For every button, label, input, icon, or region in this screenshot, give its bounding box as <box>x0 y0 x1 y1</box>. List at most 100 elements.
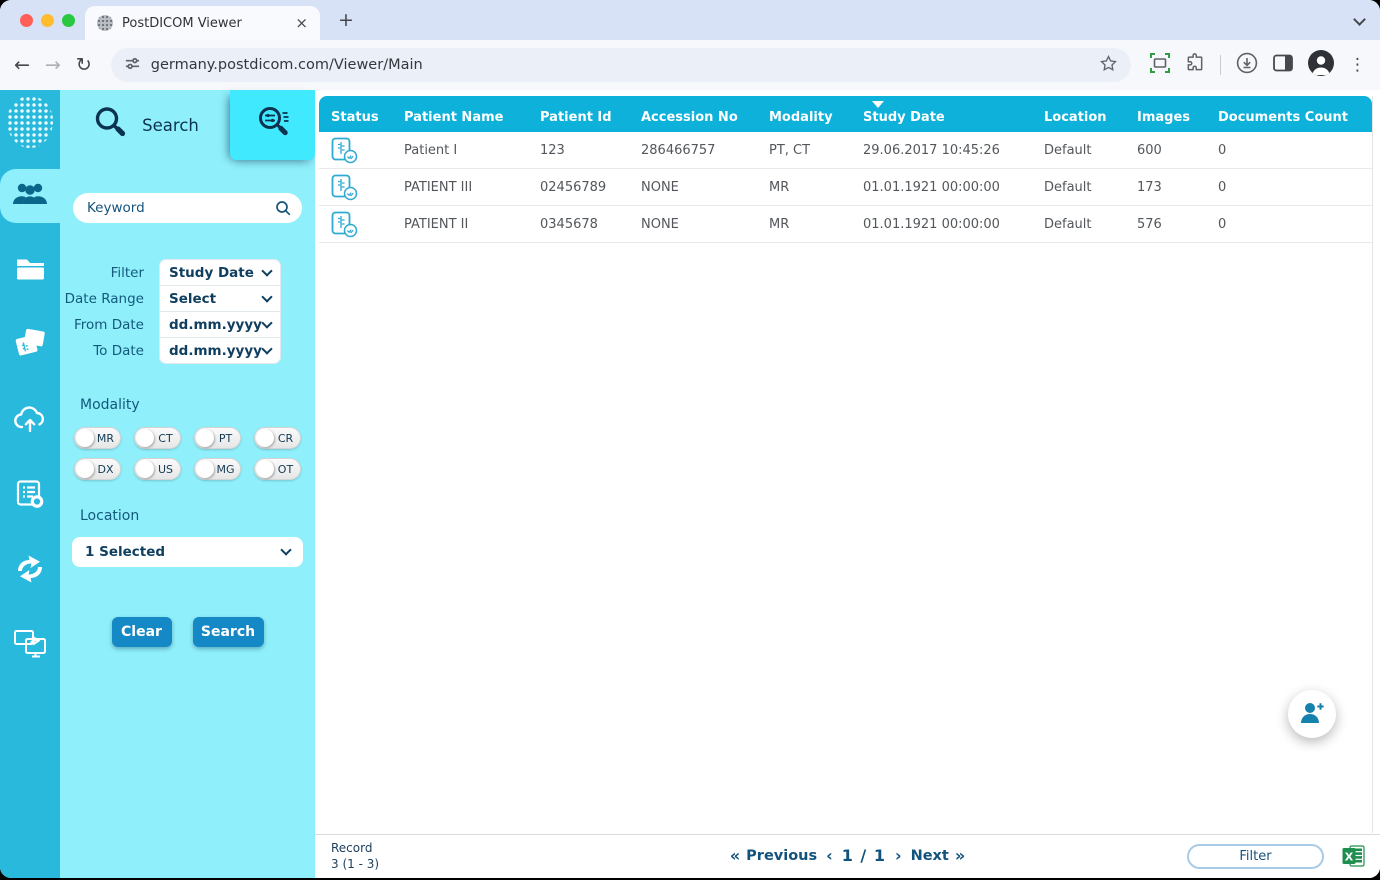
cell-patient-name: PATIENT III <box>404 179 473 195</box>
search-tab-label: Search <box>142 115 199 135</box>
study-images-icon <box>13 328 47 364</box>
browser-tab[interactable]: PostDICOM Viewer × <box>85 6 320 40</box>
add-patient-fab[interactable] <box>1288 690 1336 738</box>
tab-overflow-chevron-icon[interactable] <box>1353 13 1366 26</box>
location-select[interactable]: 1 Selected <box>72 537 303 567</box>
url-text[interactable]: germany.postdicom.com/Viewer/Main <box>151 57 1089 73</box>
screenshot-icon[interactable] <box>1150 53 1170 77</box>
toggle-knob <box>76 429 94 447</box>
modality-toggle-mg[interactable]: MG <box>194 458 241 480</box>
column-header-patient-name[interactable]: Patient Name <box>404 110 540 125</box>
previous-page-button[interactable]: « Previous <box>730 846 817 865</box>
bookmark-star-icon[interactable] <box>1099 54 1118 77</box>
keyword-search-icon[interactable] <box>275 200 292 221</box>
column-header-images[interactable]: Images <box>1137 110 1218 125</box>
column-header-patient-id[interactable]: Patient Id <box>540 110 641 125</box>
from-date-value: dd.mm.yyyy <box>169 316 262 333</box>
search-button[interactable]: Search <box>192 617 264 647</box>
tab-advanced-search[interactable] <box>230 90 315 160</box>
close-window-button[interactable] <box>20 14 33 27</box>
minimize-window-button[interactable] <box>41 14 54 27</box>
modality-toggle-mr[interactable]: MR <box>74 427 121 449</box>
toolbar-divider <box>1220 55 1221 75</box>
date-range-select-value: Select <box>169 290 217 307</box>
date-range-label: Date Range <box>64 290 144 307</box>
cell-study-date: 29.06.2017 10:45:26 <box>863 142 1000 158</box>
cell-location: Default <box>1044 179 1092 195</box>
next-page-button[interactable]: Next » <box>911 846 966 865</box>
column-header-status[interactable]: Status <box>331 110 404 125</box>
from-date-select[interactable]: dd.mm.yyyy <box>159 311 281 338</box>
to-date-value: dd.mm.yyyy <box>169 342 262 359</box>
sidebar-item-patients[interactable] <box>0 169 60 223</box>
modality-toggle-ct[interactable]: CT <box>134 427 181 449</box>
export-excel-icon[interactable]: X <box>1342 845 1365 871</box>
next-arrow-icon[interactable]: › <box>895 846 902 865</box>
sidebar-item-patient-studies[interactable] <box>0 319 60 373</box>
maximize-window-button[interactable] <box>62 14 75 27</box>
toggle-knob <box>256 460 274 478</box>
keyword-input[interactable] <box>73 193 302 223</box>
search-magnifier-icon <box>91 104 129 146</box>
browser-tab-strip: PostDICOM Viewer × + <box>0 0 1380 40</box>
filter-controls: Filter Study Date Date Range Select From… <box>60 259 315 364</box>
status-cell[interactable] <box>331 211 404 238</box>
modality-toggle-us[interactable]: US <box>134 458 181 480</box>
chevron-down-icon <box>261 316 273 329</box>
table-row[interactable]: PATIENT II 0345678 NONE MR 01.01.1921 00… <box>319 206 1372 243</box>
folder-icon <box>15 257 46 286</box>
modality-toggle-pt[interactable]: PT <box>194 427 241 449</box>
add-person-icon <box>1299 700 1325 728</box>
modality-toggle-ot[interactable]: OT <box>254 458 301 480</box>
tab-basic-search[interactable]: Search <box>60 90 230 160</box>
cell-documents-count: 0 <box>1218 179 1227 195</box>
prev-arrow-icon[interactable]: ‹ <box>826 846 833 865</box>
modality-row-2: DX US MG OT <box>60 458 315 480</box>
column-header-accession-no[interactable]: Accession No <box>641 110 769 125</box>
toolbar-actions: ⋮ <box>1150 50 1366 80</box>
reload-button[interactable]: ↻ <box>76 55 92 75</box>
column-header-documents-count[interactable]: Documents Count <box>1218 110 1372 125</box>
sidebar-item-folders[interactable] <box>0 244 60 298</box>
results-footer: Record 3 (1 - 3) « Previous ‹ 1 / 1 › Ne… <box>315 834 1380 878</box>
sidebar-item-share[interactable] <box>0 544 60 598</box>
table-row[interactable]: PATIENT III 02456789 NONE MR 01.01.1921 … <box>319 169 1372 206</box>
cell-modality: PT, CT <box>769 142 811 158</box>
filter-select[interactable]: Study Date <box>159 259 281 286</box>
table-row[interactable]: Patient I 123 286466757 PT, CT 29.06.201… <box>319 132 1372 169</box>
modality-toggle-cr[interactable]: CR <box>254 427 301 449</box>
forward-button[interactable]: → <box>45 55 61 75</box>
downloads-icon[interactable] <box>1236 52 1258 78</box>
date-range-select[interactable]: Select <box>159 285 281 312</box>
next-label: Next <box>910 847 949 864</box>
column-header-location[interactable]: Location <box>1044 110 1137 125</box>
status-cell[interactable] <box>331 137 404 164</box>
column-header-study-date[interactable]: Study Date <box>863 110 1044 125</box>
browser-profile-avatar[interactable] <box>1308 50 1334 80</box>
address-bar[interactable]: germany.postdicom.com/Viewer/Main <box>110 48 1131 82</box>
pagination: « Previous ‹ 1 / 1 › Next » <box>730 846 965 865</box>
tab-title: PostDICOM Viewer <box>122 15 242 31</box>
record-count: Record 3 (1 - 3) <box>331 840 379 872</box>
study-status-icon <box>331 211 358 237</box>
extensions-icon[interactable] <box>1185 53 1205 77</box>
status-cell[interactable] <box>331 174 404 201</box>
cell-location: Default <box>1044 142 1092 158</box>
browser-menu-kebab-icon[interactable]: ⋮ <box>1349 55 1366 75</box>
to-date-select[interactable]: dd.mm.yyyy <box>159 337 281 364</box>
tab-close-icon[interactable]: × <box>295 15 308 31</box>
back-button[interactable]: ← <box>14 55 30 75</box>
cell-modality: MR <box>769 179 790 195</box>
modality-toggle-dx[interactable]: DX <box>74 458 121 480</box>
record-label: Record <box>331 841 373 855</box>
sidebar-item-upload[interactable] <box>0 394 60 448</box>
side-panel-icon[interactable] <box>1273 54 1293 76</box>
site-settings-icon[interactable] <box>124 55 141 76</box>
new-tab-button[interactable]: + <box>338 9 354 31</box>
column-header-modality[interactable]: Modality <box>769 110 863 125</box>
footer-filter-button[interactable]: Filter <box>1187 844 1324 869</box>
last-page-icon: » <box>954 846 966 865</box>
sidebar-item-worklist[interactable] <box>0 469 60 523</box>
sidebar-item-remote-viewing[interactable] <box>0 619 60 673</box>
clear-button[interactable]: Clear <box>111 617 172 647</box>
